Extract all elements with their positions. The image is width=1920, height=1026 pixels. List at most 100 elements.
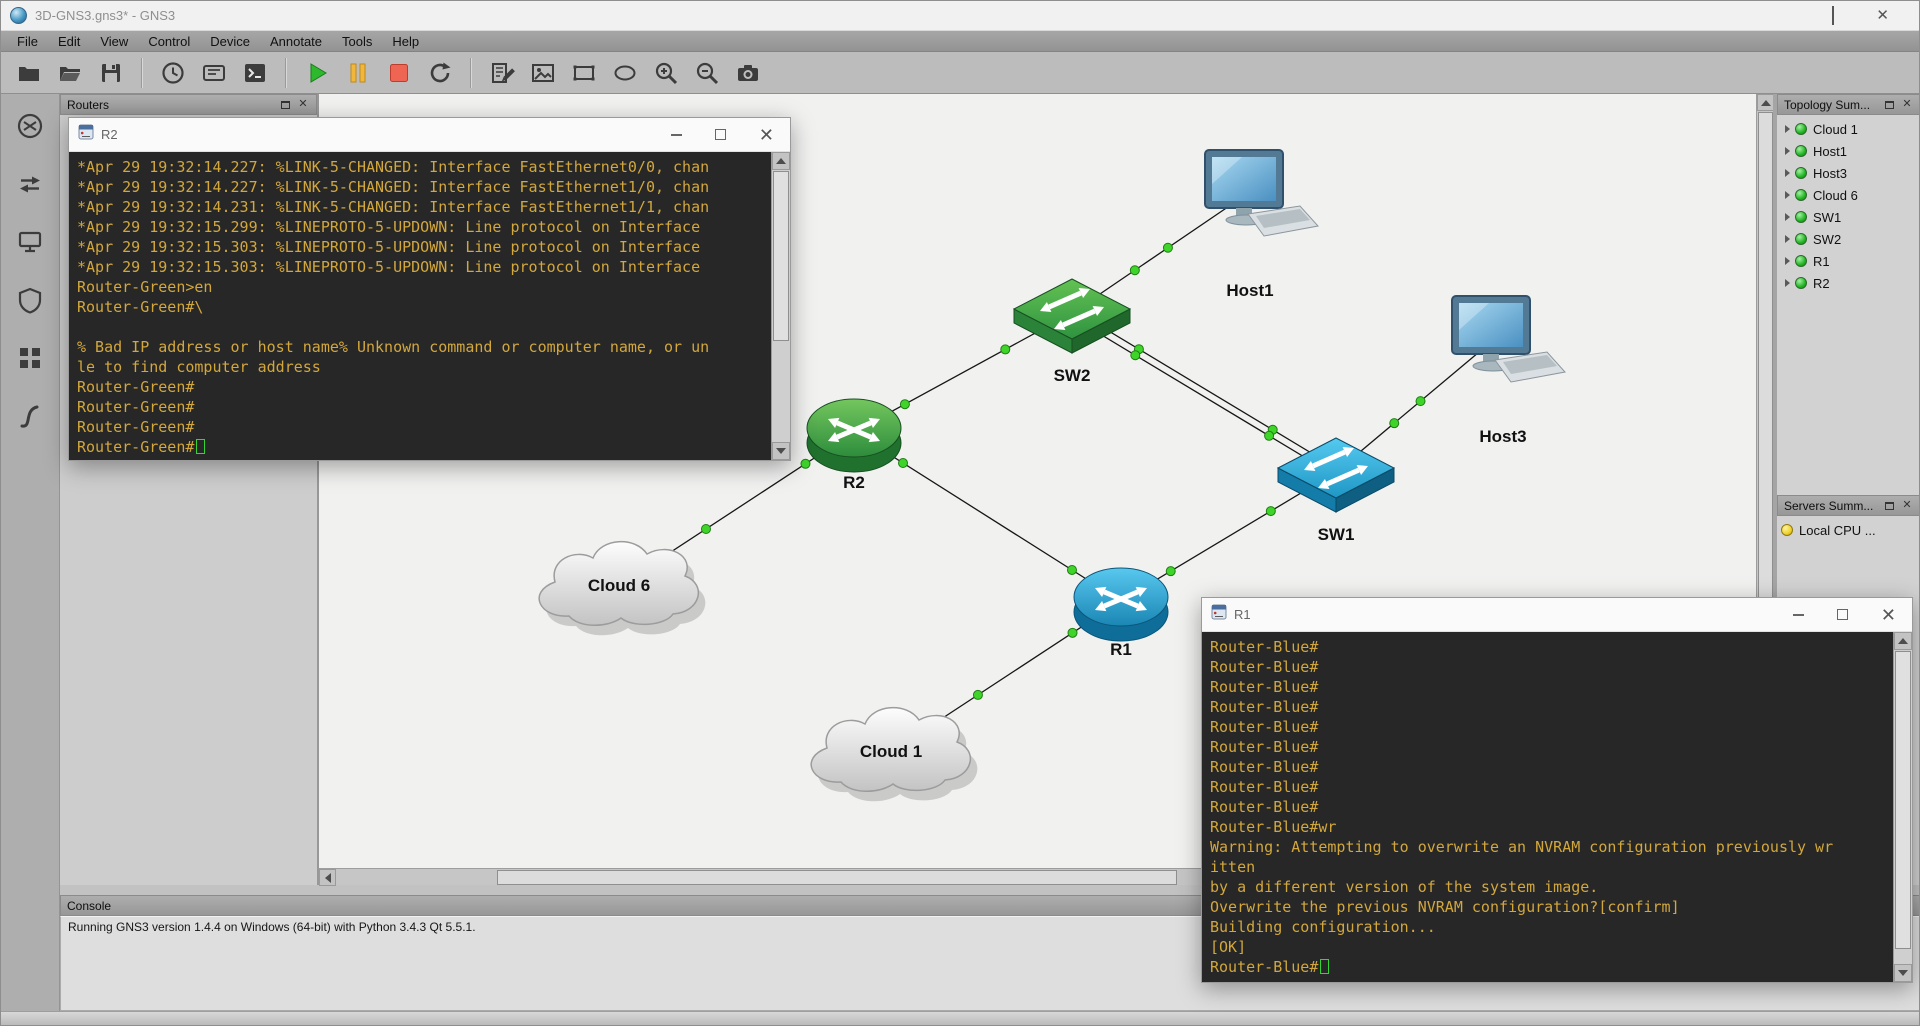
routers-panel-header: Routers ✕ xyxy=(60,94,317,115)
scroll-down-button[interactable] xyxy=(1894,964,1912,982)
close-button[interactable]: ✕ xyxy=(759,126,774,144)
horizontal-scroll-thumb[interactable] xyxy=(497,870,1177,885)
console-version-message: Running GNS3 version 1.4.4 on Windows (6… xyxy=(68,920,476,934)
expand-chevron-icon[interactable] xyxy=(1785,169,1790,177)
terminal-scrollbar[interactable] xyxy=(1893,632,1912,982)
maximize-button[interactable] xyxy=(1836,609,1848,620)
maximize-button[interactable] xyxy=(714,129,726,140)
save-project-icon[interactable] xyxy=(93,55,129,91)
menu-view[interactable]: View xyxy=(90,31,138,51)
suspend-all-icon[interactable] xyxy=(340,55,376,91)
snapshot-clock-icon[interactable] xyxy=(155,55,191,91)
terminal-line: Router-Blue# xyxy=(1210,698,1319,716)
menu-device[interactable]: Device xyxy=(200,31,260,51)
add-note-icon[interactable] xyxy=(484,55,520,91)
terminal-cursor xyxy=(1320,959,1330,974)
scroll-up-button[interactable] xyxy=(1894,632,1912,650)
window-title: R2 xyxy=(101,127,118,142)
summary-item-host1[interactable]: Host1 xyxy=(1781,140,1919,162)
expand-chevron-icon[interactable] xyxy=(1785,213,1790,221)
terminal-line: *Apr 29 19:32:14.231: %LINK-5-CHANGED: I… xyxy=(77,198,710,216)
open-project-folder-icon[interactable] xyxy=(52,55,88,91)
terminal-icon xyxy=(78,124,94,145)
menu-tools[interactable]: Tools xyxy=(332,31,382,51)
start-all-icon[interactable] xyxy=(299,55,335,91)
summary-item-local-cpu-[interactable]: Local CPU ... xyxy=(1781,519,1919,541)
topology-summary-header: Topology Sum... ✕ xyxy=(1777,94,1919,115)
minimize-button[interactable] xyxy=(670,133,682,136)
console-connect-icon[interactable] xyxy=(237,55,273,91)
scroll-thumb[interactable] xyxy=(773,171,789,341)
link-SW2-SW1[interactable] xyxy=(1073,309,1339,470)
summary-item-label: Cloud 6 xyxy=(1813,187,1858,203)
scroll-left-button[interactable] xyxy=(319,869,336,886)
summary-item-cloud-1[interactable]: Cloud 1 xyxy=(1781,118,1919,140)
servers-summary-header: Servers Summ... ✕ xyxy=(1777,495,1919,516)
close-button[interactable]: ✕ xyxy=(1881,606,1896,624)
interface-status-dot xyxy=(1415,396,1426,407)
node-R1[interactable] xyxy=(1073,567,1169,642)
node-label: R1 xyxy=(1110,640,1132,659)
expand-chevron-icon[interactable] xyxy=(1785,147,1790,155)
insert-picture-icon[interactable] xyxy=(525,55,561,91)
close-panel-icon[interactable]: ✕ xyxy=(1900,499,1914,512)
interface-status-dot xyxy=(1066,564,1077,575)
summary-item-r1[interactable]: R1 xyxy=(1781,250,1919,272)
new-project-folder-icon[interactable] xyxy=(11,55,47,91)
summary-item-label: Host1 xyxy=(1813,143,1847,159)
expand-chevron-icon[interactable] xyxy=(1785,279,1790,287)
menu-help[interactable]: Help xyxy=(382,31,429,51)
menu-annotate[interactable]: Annotate xyxy=(260,31,332,51)
scroll-up-button[interactable] xyxy=(772,152,790,170)
zoom-out-icon[interactable] xyxy=(689,55,725,91)
node-Host3[interactable] xyxy=(1451,295,1566,383)
float-panel-icon[interactable] xyxy=(278,98,292,111)
float-panel-icon[interactable] xyxy=(1882,499,1896,512)
expand-chevron-icon[interactable] xyxy=(1785,191,1790,199)
terminal-line: Warning: Attempting to overwrite an NVRA… xyxy=(1210,838,1834,856)
stop-all-icon[interactable] xyxy=(381,55,417,91)
terminal-line: Router-Blue# xyxy=(1210,957,1893,977)
maximize-button[interactable] xyxy=(1832,6,1835,25)
interface-labels-icon[interactable] xyxy=(196,55,232,91)
close-panel-icon[interactable]: ✕ xyxy=(1900,98,1914,111)
summary-item-label: R2 xyxy=(1813,275,1830,291)
node-R2[interactable] xyxy=(806,398,902,473)
close-button[interactable]: ✕ xyxy=(1876,8,1889,23)
summary-item-sw1[interactable]: SW1 xyxy=(1781,206,1919,228)
scroll-up-button[interactable] xyxy=(1757,94,1774,111)
terminal-scrollbar[interactable] xyxy=(771,152,790,460)
console-window-r1: R1 ✕ Router-Blue# Router-Blue# Router-Blue… xyxy=(1201,597,1913,983)
menu-file[interactable]: File xyxy=(7,31,48,51)
float-panel-icon[interactable] xyxy=(1882,98,1896,111)
screenshot-camera-icon[interactable] xyxy=(730,55,766,91)
expand-chevron-icon[interactable] xyxy=(1785,125,1790,133)
node-SW1[interactable] xyxy=(1276,437,1396,513)
summary-item-sw2[interactable]: SW2 xyxy=(1781,228,1919,250)
terminal-line: % Bad IP address or host name% Unknown c… xyxy=(77,338,710,356)
reload-all-icon[interactable] xyxy=(422,55,458,91)
window-titlebar[interactable]: R2 ✕ xyxy=(69,118,790,152)
draw-ellipse-icon[interactable] xyxy=(607,55,643,91)
console-scrollbar[interactable] xyxy=(1,1011,1919,1025)
terminal-output[interactable]: *Apr 29 19:32:14.227: %LINK-5-CHANGED: I… xyxy=(69,152,771,460)
scroll-thumb[interactable] xyxy=(1895,651,1911,949)
summary-item-cloud-6[interactable]: Cloud 6 xyxy=(1781,184,1919,206)
menu-edit[interactable]: Edit xyxy=(48,31,90,51)
minimize-button[interactable] xyxy=(1792,613,1804,616)
expand-chevron-icon[interactable] xyxy=(1785,257,1790,265)
window-titlebar[interactable]: R1 ✕ xyxy=(1202,598,1912,632)
summary-item-host3[interactable]: Host3 xyxy=(1781,162,1919,184)
node-Host1[interactable] xyxy=(1204,149,1319,237)
draw-rectangle-icon[interactable] xyxy=(566,55,602,91)
summary-item-r2[interactable]: R2 xyxy=(1781,272,1919,294)
toolbar-separator xyxy=(470,57,472,88)
interface-status-dot xyxy=(1389,418,1400,429)
close-panel-icon[interactable]: ✕ xyxy=(296,98,310,111)
zoom-in-icon[interactable] xyxy=(648,55,684,91)
link-SW2-SW1[interactable] xyxy=(1069,315,1335,476)
terminal-output[interactable]: Router-Blue# Router-Blue# Router-Blue# Rout… xyxy=(1202,632,1893,982)
menu-control[interactable]: Control xyxy=(138,31,200,51)
scroll-down-button[interactable] xyxy=(772,442,790,460)
expand-chevron-icon[interactable] xyxy=(1785,235,1790,243)
